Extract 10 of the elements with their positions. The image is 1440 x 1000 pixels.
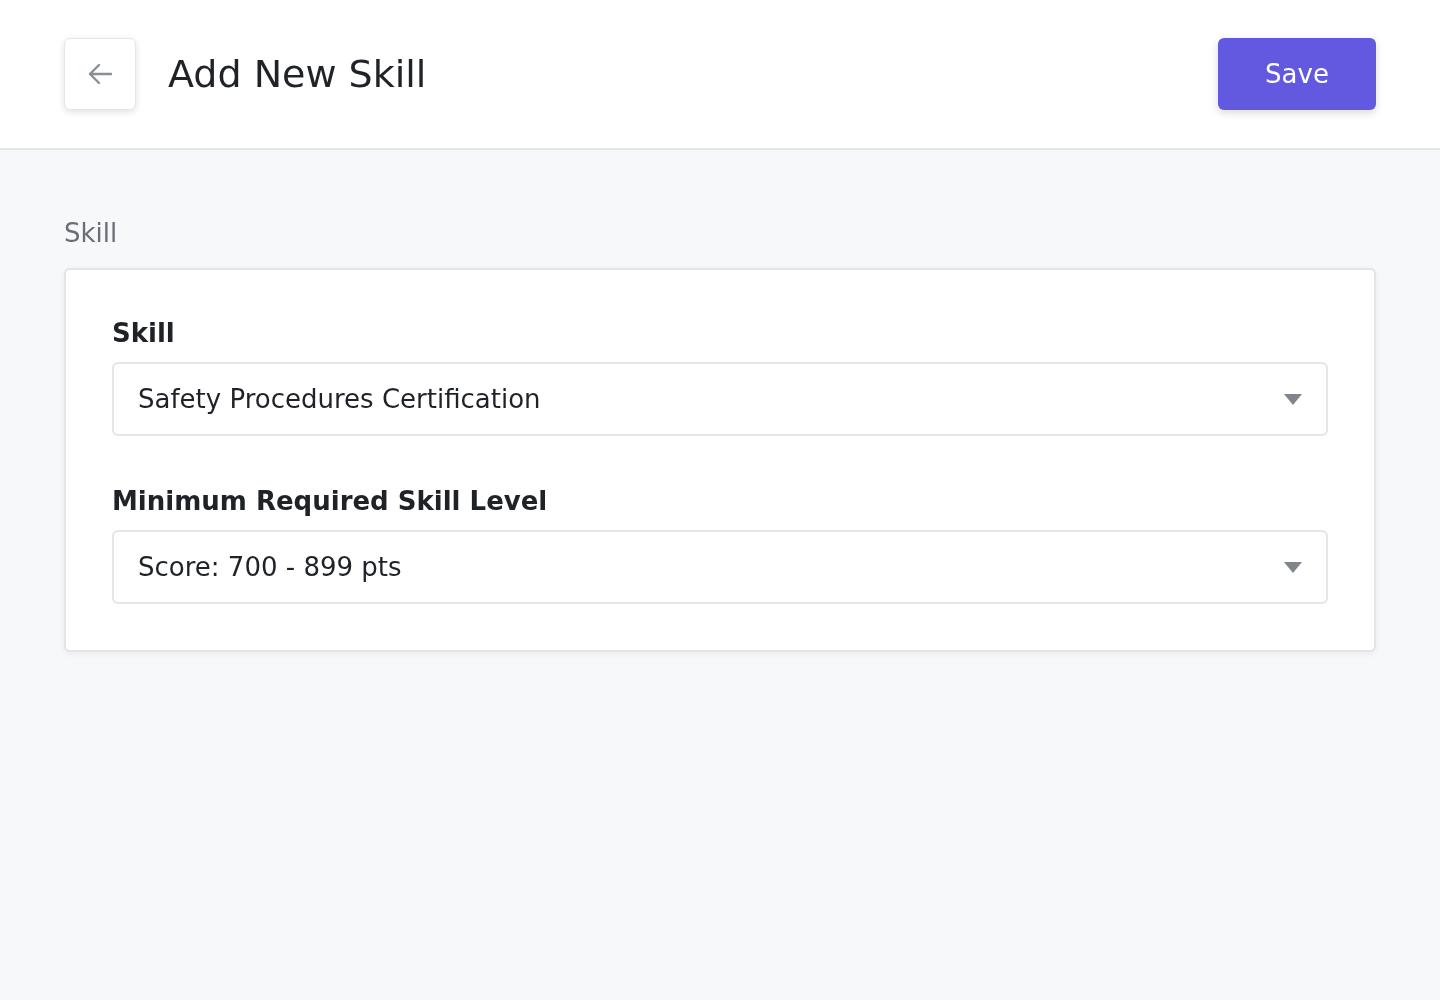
field-label: Skill bbox=[112, 318, 176, 348]
dropdown-field[interactable]: Safety Procedures Certification bbox=[112, 362, 1328, 436]
page-title: Add New Skill bbox=[168, 52, 428, 96]
back-button[interactable] bbox=[64, 38, 136, 110]
section-title: Skill bbox=[64, 218, 119, 248]
save-button[interactable]: Save bbox=[1218, 38, 1376, 110]
field-label: Minimum Required Skill Level bbox=[112, 486, 549, 516]
dropdown-caret-icon bbox=[1284, 561, 1302, 573]
dropdown-caret-icon bbox=[1284, 393, 1302, 405]
dropdown-field[interactable]: Score: 700 - 899 pts bbox=[112, 530, 1328, 604]
